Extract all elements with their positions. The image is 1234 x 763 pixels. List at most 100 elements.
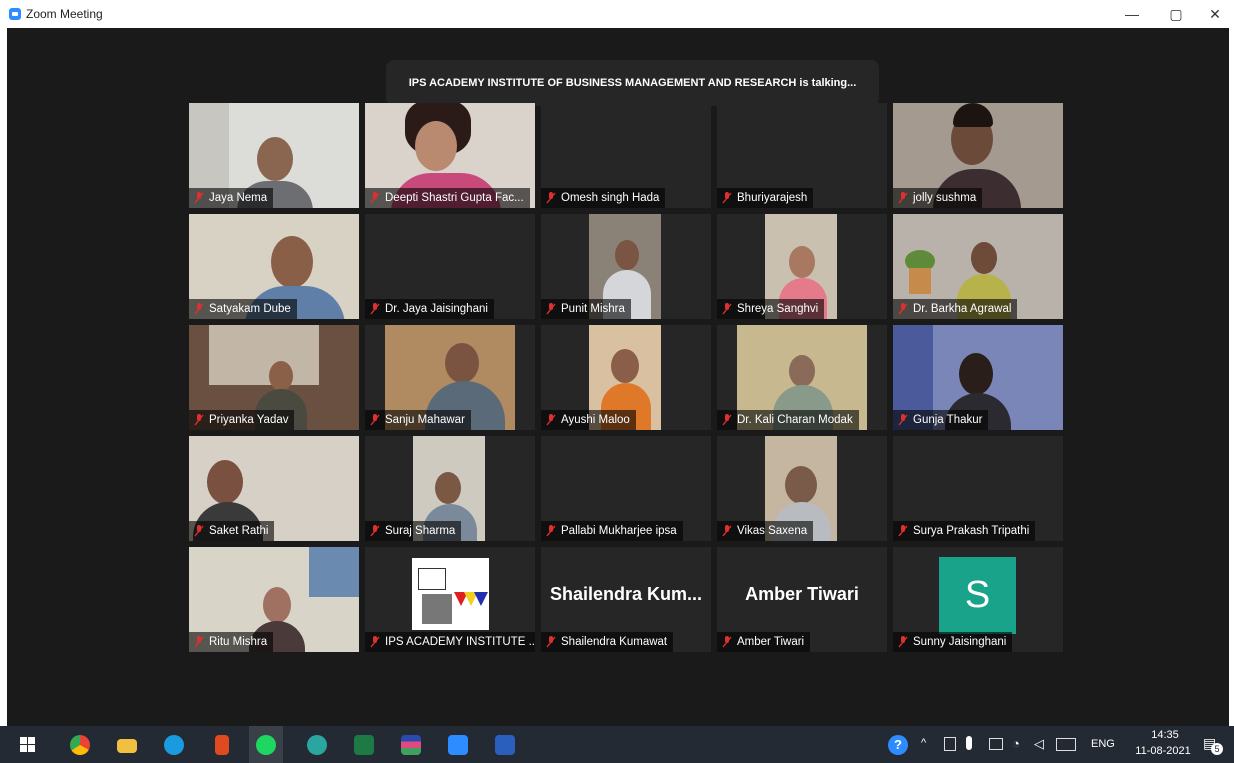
close-button[interactable]: ✕ — [1200, 4, 1230, 24]
muted-mic-icon — [370, 192, 380, 204]
participant-name: Gunja Thakur — [893, 410, 989, 430]
participant-name: Dr. Jaya Jaisinghani — [365, 299, 494, 319]
participant-name: Amber Tiwari — [717, 632, 811, 652]
participant-display-name: Amber Tiwari — [745, 584, 859, 604]
participant-name: Shailendra Kumawat — [541, 632, 674, 652]
file-explorer-icon[interactable] — [117, 739, 137, 753]
zoom-taskbar-icon[interactable] — [448, 735, 468, 755]
language-indicator[interactable]: ENG — [1091, 738, 1115, 750]
participant-tile[interactable]: Dr. Jaya Jaisinghani — [365, 214, 535, 319]
participant-tile[interactable]: Dr. Barkha Agrawal — [893, 214, 1063, 319]
keyboard-icon[interactable] — [1056, 738, 1076, 751]
restore-button[interactable]: ▢ — [1161, 4, 1191, 24]
notification-badge: 5 — [1211, 743, 1223, 755]
participant-name: Shreya Sanghvi — [717, 299, 825, 319]
edge-icon[interactable] — [164, 735, 184, 755]
chrome-icon[interactable] — [70, 735, 90, 755]
active-speaker-banner: IPS ACADEMY INSTITUTE OF BUSINESS MANAGE… — [386, 60, 879, 106]
participant-tile[interactable]: Suraj Sharma — [365, 436, 535, 541]
meeting-gallery-view: IPS ACADEMY INSTITUTE OF BUSINESS MANAGE… — [7, 28, 1229, 726]
participant-name: Ritu Mishra — [189, 632, 274, 652]
participant-tile[interactable]: Jaya Nema — [189, 103, 359, 208]
muted-mic-icon — [546, 192, 556, 204]
participant-name: Punit Mishra — [541, 299, 631, 319]
participant-tile[interactable]: Dr. Kali Charan Modak — [717, 325, 887, 430]
microphone-icon[interactable] — [966, 736, 972, 750]
participant-name: Sunny Jaisinghani — [893, 632, 1013, 652]
muted-mic-icon — [370, 414, 380, 426]
participant-name: Satyakam Dube — [189, 299, 297, 319]
participant-name: Surya Prakash Tripathi — [893, 521, 1036, 541]
zoom-app-icon — [9, 8, 21, 20]
participant-tile[interactable]: Priyanka Yadav — [189, 325, 359, 430]
participant-tile[interactable]: IPS ACADEMY INSTITUTE ... — [365, 547, 535, 652]
spotify-icon — [256, 735, 276, 755]
windows-start-icon[interactable] — [20, 737, 35, 752]
participant-tile[interactable]: Bhuriyarajesh — [717, 103, 887, 208]
participant-display-name: Shailendra Kum... — [549, 584, 703, 604]
muted-mic-icon — [898, 192, 908, 204]
participant-name: Pallabi Mukharjee ipsa — [541, 521, 683, 541]
participant-tile[interactable]: Saket Rathi — [189, 436, 359, 541]
muted-mic-icon — [546, 414, 556, 426]
participant-tile[interactable]: Shreya Sanghvi — [717, 214, 887, 319]
participant-tile[interactable]: Ayushi Maloo — [541, 325, 711, 430]
wifi-icon[interactable]: ◔ — [1012, 736, 1020, 751]
participant-name: Saket Rathi — [189, 521, 275, 541]
app-icon[interactable] — [401, 735, 421, 755]
muted-mic-icon — [546, 303, 556, 315]
institute-logo — [412, 558, 489, 630]
usb-icon[interactable] — [944, 737, 956, 751]
participant-name: Vikas Saxena — [717, 521, 814, 541]
participant-tile[interactable]: Gunja Thakur — [893, 325, 1063, 430]
muted-mic-icon — [194, 192, 204, 204]
participant-name: jolly sushma — [893, 188, 983, 208]
muted-mic-icon — [722, 525, 732, 537]
office-icon[interactable] — [215, 735, 229, 755]
word-icon[interactable] — [495, 735, 515, 755]
clock-time[interactable]: 14:35 — [1140, 729, 1190, 741]
participant-name: Priyanka Yadav — [189, 410, 295, 430]
participant-name: Bhuriyarajesh — [717, 188, 814, 208]
window-title: Zoom Meeting — [26, 7, 103, 21]
muted-mic-icon — [546, 636, 556, 648]
muted-mic-icon — [370, 636, 380, 648]
minimize-button[interactable]: — — [1117, 4, 1147, 24]
muted-mic-icon — [194, 636, 204, 648]
chevron-up-icon[interactable]: ^ — [921, 737, 926, 749]
muted-mic-icon — [194, 303, 204, 315]
meet-icon[interactable] — [307, 735, 327, 755]
participant-tile[interactable]: Vikas Saxena — [717, 436, 887, 541]
participant-tile[interactable]: Deepti Shastri Gupta Fac... — [365, 103, 535, 208]
help-icon[interactable]: ? — [888, 735, 908, 755]
participant-tile[interactable]: Pallabi Mukharjee ipsa — [541, 436, 711, 541]
participant-name: Jaya Nema — [189, 188, 274, 208]
muted-mic-icon — [370, 303, 380, 315]
muted-mic-icon — [898, 414, 908, 426]
excel-icon[interactable] — [354, 735, 374, 755]
participant-tile[interactable]: jolly sushma — [893, 103, 1063, 208]
participant-tile[interactable]: Ritu Mishra — [189, 547, 359, 652]
muted-mic-icon — [722, 636, 732, 648]
participant-tile[interactable]: Amber Tiwari Amber Tiwari — [717, 547, 887, 652]
participant-tile[interactable]: Sanju Mahawar — [365, 325, 535, 430]
avatar: S — [939, 557, 1016, 634]
spotify-active-tab[interactable] — [249, 726, 283, 763]
muted-mic-icon — [898, 525, 908, 537]
participant-tile[interactable]: Shailendra Kum... Shailendra Kumawat — [541, 547, 711, 652]
muted-mic-icon — [722, 414, 732, 426]
participant-tile[interactable]: S Sunny Jaisinghani — [893, 547, 1063, 652]
clock-date[interactable]: 11-08-2021 — [1128, 745, 1198, 757]
participant-name: Suraj Sharma — [365, 521, 462, 541]
participant-tile[interactable]: Surya Prakash Tripathi — [893, 436, 1063, 541]
muted-mic-icon — [722, 192, 732, 204]
speaker-icon[interactable]: ◁ — [1034, 736, 1044, 752]
participant-tile[interactable]: Punit Mishra — [541, 214, 711, 319]
participant-name: Omesh singh Hada — [541, 188, 666, 208]
participant-tile[interactable]: Omesh singh Hada — [541, 103, 711, 208]
muted-mic-icon — [370, 525, 380, 537]
participant-tile[interactable]: Satyakam Dube — [189, 214, 359, 319]
participant-name: IPS ACADEMY INSTITUTE ... — [365, 632, 535, 652]
network-icon[interactable] — [989, 738, 1003, 750]
participant-name: Sanju Mahawar — [365, 410, 471, 430]
